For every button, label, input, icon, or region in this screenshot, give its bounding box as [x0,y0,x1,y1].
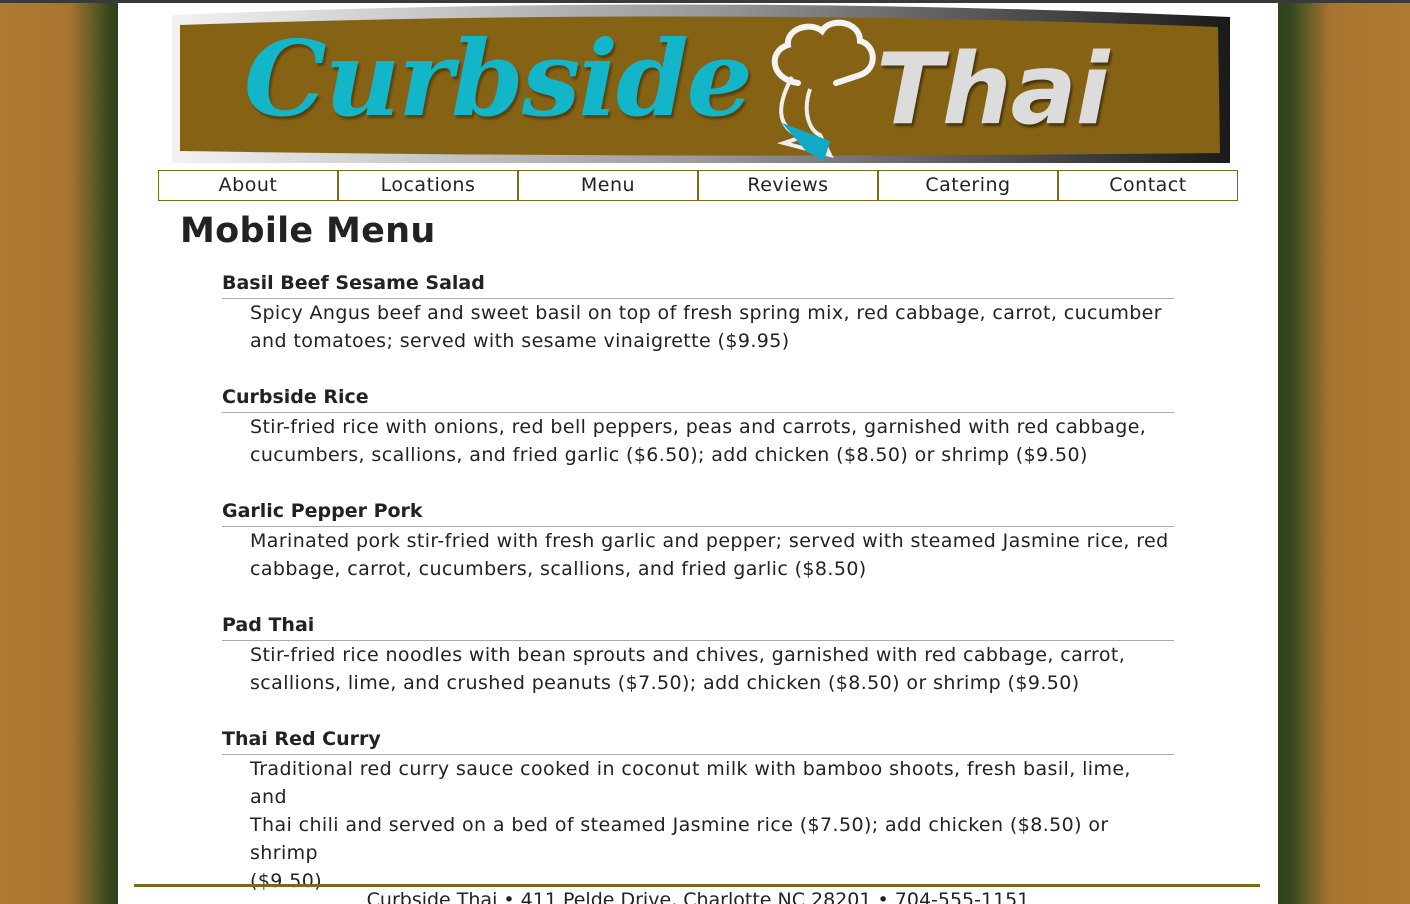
menu-item-name: Thai Red Curry [222,725,1174,755]
menu-item-desc-line: scallions, lime, and crushed peanuts ($7… [250,672,1080,694]
logo-thai: Thai [876,33,1109,147]
menu-item: Thai Red Curry Traditional red curry sau… [222,725,1174,892]
menu-item-desc-line: and tomatoes; served with sesame vinaigr… [250,330,790,352]
menu-item-description: Spicy Angus beef and sweet basil on top … [222,299,1174,355]
menu-item-description: Stir-fried rice noodles with bean sprout… [222,641,1174,697]
menu-item-name: Pad Thai [222,611,1174,641]
menu-item-desc-line: Stir-fried rice noodles with bean sprout… [250,644,1126,666]
menu-item: Basil Beef Sesame Salad Spicy Angus beef… [222,269,1174,383]
nav-locations[interactable]: Locations [338,170,518,201]
menu-item-name: Basil Beef Sesame Salad [222,269,1174,299]
footer-divider [134,884,1260,887]
menu-item-name: Garlic Pepper Pork [222,497,1174,527]
menu-item: Pad Thai Stir-fried rice noodles with be… [222,611,1174,725]
site-banner[interactable]: Curbside Thai [170,3,1234,165]
menu-list: Basil Beef Sesame Salad Spicy Angus beef… [222,269,1174,892]
footer-address: Curbside Thai • 411 Pelde Drive, Charlot… [366,889,1030,904]
logo-curbside: Curbside [244,17,753,140]
nav-about[interactable]: About [158,170,338,201]
menu-item: Curbside Rice Stir-fried rice with onion… [222,383,1174,497]
menu-item-description: Traditional red curry sauce cooked in co… [222,755,1174,895]
menu-item-desc-line: Thai chili and served on a bed of steame… [250,814,1109,864]
menu-item-desc-line: cucumbers, scallions, and fried garlic (… [250,444,1088,466]
menu-item-desc-line: Spicy Angus beef and sweet basil on top … [250,302,1162,324]
menu-item: Garlic Pepper Pork Marinated pork stir-f… [222,497,1174,611]
menu-item-desc-line: Stir-fried rice with onions, red bell pe… [250,416,1147,438]
nav-reviews[interactable]: Reviews [698,170,878,201]
menu-item-description: Marinated pork stir-fried with fresh gar… [222,527,1174,583]
nav-contact[interactable]: Contact [1058,170,1238,201]
page-title: Mobile Menu [180,211,436,251]
page-container: Curbside Thai About Locations Menu Revie… [118,3,1278,904]
nav-menu[interactable]: Menu [518,170,698,201]
main-nav: About Locations Menu Reviews Catering Co… [158,170,1238,201]
menu-item-name: Curbside Rice [222,383,1174,413]
menu-item-desc-line: Traditional red curry sauce cooked in co… [250,758,1131,808]
menu-item-desc-line: cabbage, carrot, cucumbers, scallions, a… [250,558,867,580]
menu-item-description: Stir-fried rice with onions, red bell pe… [222,413,1174,469]
menu-item-desc-line: Marinated pork stir-fried with fresh gar… [250,530,1169,552]
nav-catering[interactable]: Catering [878,170,1058,201]
